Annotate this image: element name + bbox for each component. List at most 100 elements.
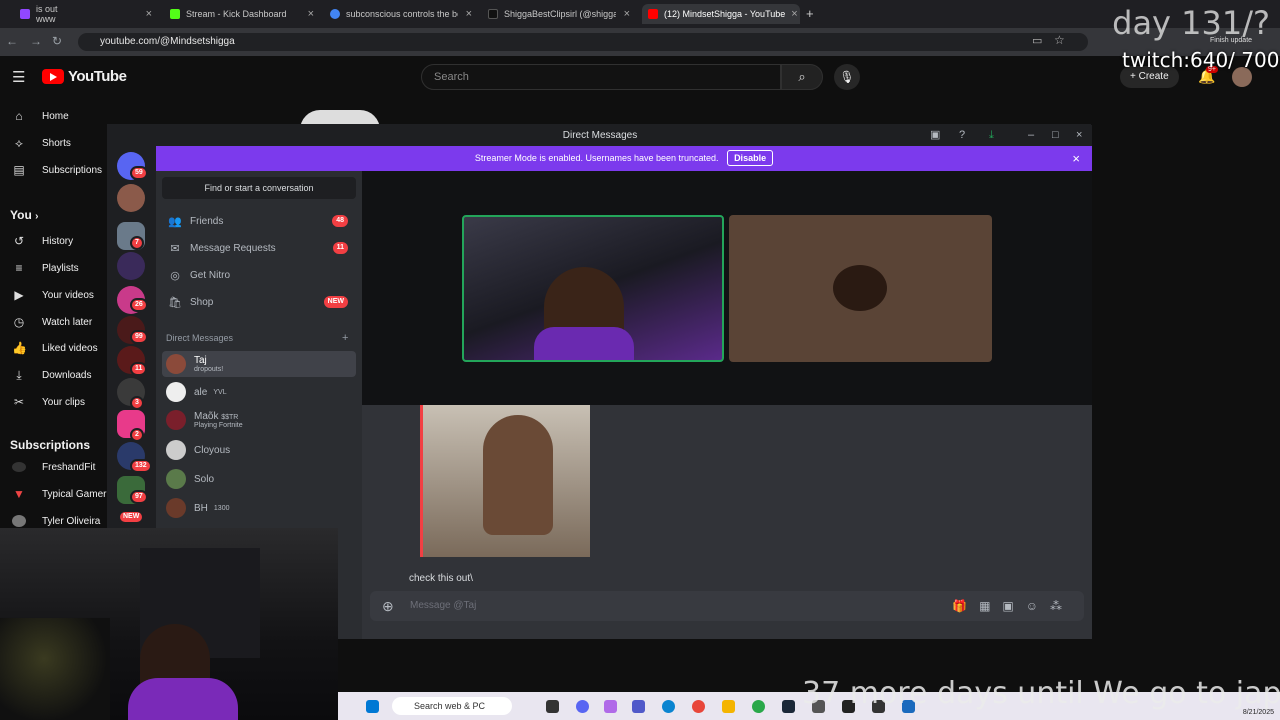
dm-name: Maõk (194, 411, 219, 422)
youtube-icon (648, 9, 658, 19)
dm-status: dropouts! (194, 366, 224, 373)
close-tab-icon[interactable]: × (308, 8, 314, 20)
chrome-icon[interactable] (692, 700, 705, 713)
nav-friends[interactable]: 👥 Friends 48 (162, 209, 356, 233)
close-tab-icon[interactable]: × (466, 8, 472, 20)
cast-icon[interactable]: ▭ (1032, 34, 1042, 47)
sidebar-item-your-clips[interactable]: ✂ Your clips (0, 390, 110, 414)
discord-taskbar-icon[interactable] (576, 700, 589, 713)
banner-text: Streamer Mode is enabled. Usernames have… (474, 153, 719, 163)
sidebar-label: Liked videos (42, 342, 98, 354)
close-window-icon[interactable]: × (1076, 125, 1082, 146)
message-image[interactable] (420, 405, 590, 557)
forward-icon[interactable]: → (30, 34, 42, 48)
hoodie-shape (534, 327, 634, 360)
search-icon[interactable]: ⌕ (781, 64, 823, 90)
subscription-item[interactable]: FreshandFit (0, 455, 110, 479)
chat-tools-icons[interactable]: 🎁▦▣☺⁂ (952, 591, 1074, 621)
sidebar-label: Watch later (42, 316, 93, 328)
tab-youtube[interactable]: (12) MindsetShigga - YouTube × (642, 4, 800, 24)
nav-message-requests[interactable]: ✉ Message Requests 11 (162, 236, 356, 260)
reload-icon[interactable]: ↻ (52, 34, 62, 48)
sidebar-item-shorts[interactable]: ⟡ Shorts (0, 131, 110, 155)
server-icon[interactable] (117, 184, 145, 212)
shorts-icon: ⟡ (15, 135, 23, 150)
url-bar[interactable]: youtube.com/@Mindsetshigga (78, 33, 1088, 51)
task-view-icon[interactable] (546, 700, 559, 713)
dm-item-taj[interactable]: Taj dropouts! (162, 351, 356, 377)
nav-get-nitro[interactable]: ◎ Get Nitro (162, 263, 356, 287)
message-requests-icon: ✉ (170, 242, 180, 255)
dm-item-cloyous[interactable]: Cloyous (162, 437, 356, 463)
microphone-icon[interactable]: 🎙 (834, 64, 860, 90)
back-icon[interactable]: ← (6, 34, 18, 48)
app-icon[interactable] (604, 700, 617, 713)
tab-twitch[interactable]: is out www × (14, 4, 158, 24)
user-avatar (833, 265, 887, 311)
youtube-logo-text: YouTube (68, 68, 127, 85)
close-tab-icon[interactable]: × (624, 8, 630, 20)
section-label: You (10, 208, 32, 222)
video-tile-self[interactable] (462, 215, 724, 362)
tab-kick[interactable]: Stream - Kick Dashboard × (164, 4, 320, 24)
new-badge: NEW (118, 510, 145, 524)
sidebar-item-your-videos[interactable]: ▶ Your videos (0, 283, 110, 307)
teams-icon[interactable] (632, 700, 645, 713)
create-dm-icon[interactable]: + (342, 332, 348, 344)
sidebar-item-playlists[interactable]: ≡ Playlists (0, 256, 110, 280)
sidebar-item-subscriptions[interactable]: ▤ Subscriptions (0, 158, 110, 182)
server-icon[interactable] (117, 252, 145, 280)
minimize-icon[interactable]: – (1028, 125, 1034, 146)
inbox-icon[interactable]: ▣ (930, 125, 940, 146)
subscription-label: Tyler Oliveira (42, 515, 101, 527)
attach-icon[interactable]: ⊕ (382, 591, 394, 621)
channel-avatar (12, 462, 26, 472)
playlists-icon: ≡ (15, 261, 23, 275)
message-input[interactable]: ⊕ Message @Taj 🎁▦▣☺⁂ (370, 591, 1084, 621)
youtube-logo[interactable]: YouTube (42, 68, 127, 85)
unread-badge: 3 (130, 396, 144, 410)
history-icon: ↺ (13, 234, 25, 248)
nav-label: Get Nitro (190, 269, 231, 281)
dm-item-solo[interactable]: Solo (162, 466, 356, 492)
close-tab-icon[interactable]: × (146, 8, 152, 20)
sidebar-item-liked-videos[interactable]: 👍 Liked videos (0, 336, 110, 360)
dm-item-maok[interactable]: Maõk $$TR Playing Fortnite (162, 407, 356, 433)
sidebar-item-home[interactable]: ⌂ Home (0, 104, 110, 128)
tab-google[interactable]: subconscious controls the body × (324, 4, 478, 24)
find-conversation-input[interactable]: Find or start a conversation (162, 177, 356, 199)
webcam-overlay (0, 528, 338, 720)
nav-shop[interactable]: 🛍 Shop NEW (162, 290, 356, 314)
download-icon[interactable]: ⤓ (989, 125, 994, 146)
sidebar-item-downloads[interactable]: ⤓ Downloads (0, 363, 110, 387)
bookmark-star-icon[interactable]: ☆ (1054, 33, 1065, 47)
subscription-item[interactable]: ▼ Typical Gamer (0, 482, 110, 506)
app-icon[interactable] (752, 700, 765, 713)
sidebar-item-watch-later[interactable]: ◷ Watch later (0, 310, 110, 334)
steam-icon[interactable] (782, 700, 795, 713)
japan-countdown-overlay: 37 more days until We go to japan (802, 676, 1280, 711)
maximize-icon[interactable]: □ (1052, 125, 1059, 146)
close-banner-icon[interactable]: × (1072, 146, 1080, 171)
edge-icon[interactable] (662, 700, 675, 713)
you-section-header[interactable]: You › (10, 208, 38, 222)
twitch-icon (20, 9, 30, 19)
unread-badge: 2 (130, 428, 144, 442)
tab-tiktok[interactable]: ShiggaBestClipsirl (@shiggabe × (482, 4, 636, 24)
dm-name: Taj (194, 355, 207, 366)
new-tab-icon[interactable]: + (806, 6, 814, 21)
dm-item-ale[interactable]: ale YVL (162, 379, 356, 405)
hamburger-menu-icon[interactable]: ☰ (12, 68, 25, 86)
dm-item-bh[interactable]: BH 1300 (162, 495, 356, 521)
disable-streamer-mode-button[interactable]: Disable (727, 150, 774, 166)
sidebar-item-history[interactable]: ↺ History (0, 229, 110, 253)
watch-later-icon: ◷ (13, 315, 25, 329)
close-tab-icon[interactable]: × (791, 8, 797, 20)
video-tile-taj[interactable] (729, 215, 992, 362)
file-explorer-icon[interactable] (722, 700, 735, 713)
start-icon[interactable] (366, 700, 379, 713)
taskbar-search[interactable]: Search web & PC (392, 697, 512, 715)
url-text: youtube.com/@Mindsetshigga (100, 36, 235, 47)
youtube-search-input[interactable]: Search (421, 64, 781, 90)
help-icon[interactable]: ? (959, 125, 965, 146)
